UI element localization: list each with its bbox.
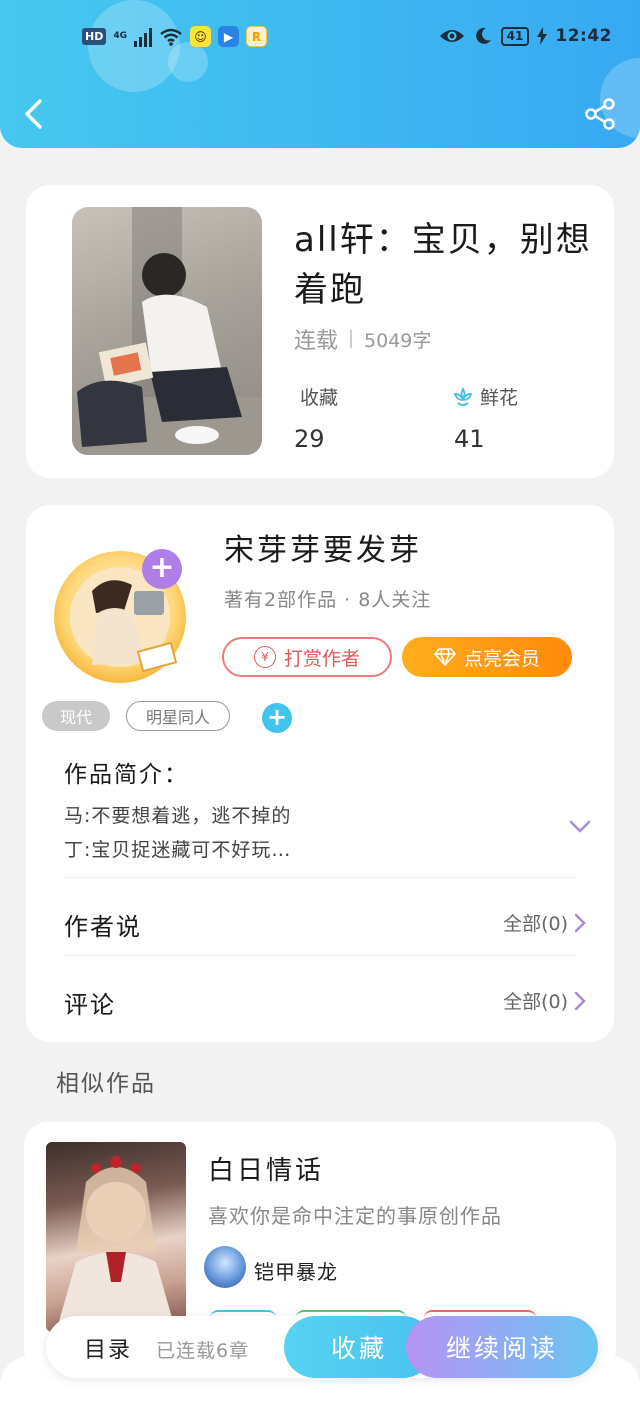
top-header: HD 4G ☺ ▶ R 41 12:42 [0, 0, 640, 148]
book-info-card: all轩：宝贝，别想着跑 连载 5049字 收藏 29 鲜花 41 [26, 185, 614, 478]
book-meta: 连载 5049字 [294, 323, 431, 355]
intro-line-1: 马:不要想着逃，逃不掉的 [64, 805, 292, 827]
wifi-icon [160, 28, 182, 46]
comments-link[interactable]: 全部(0) [503, 987, 586, 1014]
follow-author-button[interactable]: + [142, 549, 182, 589]
comments-count: 全部(0) [503, 991, 568, 1013]
author-name[interactable]: 宋芽芽要发芽 [224, 525, 422, 569]
serial-status: 连载 [294, 329, 339, 354]
chevron-right-icon [574, 913, 586, 932]
author-says-link[interactable]: 全部(0) [503, 909, 586, 936]
table-of-contents-button[interactable]: 目录 [84, 1332, 132, 1364]
divider [64, 877, 576, 878]
intro-heading: 作品简介： [64, 762, 189, 788]
app-notification-icon: ▶ [218, 26, 239, 47]
network-type: 4G [113, 31, 127, 41]
similar-work-desc: 喜欢你是命中注定的事原创作品 [208, 1204, 502, 1228]
book-cover-image[interactable] [72, 207, 262, 455]
yen-coin-icon: ¥ [253, 646, 276, 668]
hd-indicator: HD [82, 28, 107, 45]
decor-bubble [168, 42, 208, 82]
book-title: all轩：宝贝，别想着跑 [294, 220, 592, 310]
author-details-card: + 宋芽芽要发芽 著有2部作品 · 8人关注 ¥ 打赏作者 点亮会员 现代 明星… [26, 505, 614, 1042]
status-bar-right: 41 12:42 [439, 26, 612, 46]
vip-member-label: 点亮会员 [463, 647, 540, 670]
similar-work-title[interactable]: 白日情话 [208, 1150, 324, 1187]
similar-work-cover[interactable] [46, 1142, 186, 1332]
intro-line-2: 丁:宝贝捉迷藏可不好玩… [64, 839, 292, 861]
chevron-right-icon [574, 991, 586, 1010]
divider [64, 955, 576, 956]
add-tag-button[interactable]: + [262, 703, 292, 733]
charging-icon [537, 27, 548, 45]
flower-icon [453, 386, 473, 406]
app-notification-icon: R [246, 26, 267, 47]
word-count: 5049字 [364, 329, 432, 352]
similar-cover-illustration [56, 1156, 176, 1332]
author-says-label[interactable]: 作者说 [64, 907, 142, 942]
flowers-stat[interactable]: 鲜花 [452, 383, 518, 410]
eye-comfort-icon [439, 30, 464, 42]
do-not-disturb-moon-icon [475, 27, 491, 44]
signal-icon [134, 27, 152, 47]
similar-author-avatar [204, 1246, 246, 1288]
author-meta: 著有2部作品 · 8人关注 [224, 589, 432, 611]
vip-member-button[interactable]: 点亮会员 [402, 637, 572, 677]
flowers-label: 鲜花 [480, 387, 519, 409]
meta-divider [350, 330, 353, 348]
chapters-updated: 已连载6章 [156, 1340, 250, 1362]
continue-reading-button[interactable]: 继续阅读 [406, 1316, 598, 1378]
favorites-label: 收藏 [300, 387, 339, 409]
cover-illustration [72, 207, 262, 455]
tag-modern[interactable]: 现代 [42, 701, 110, 731]
flowers-count: 41 [454, 425, 485, 453]
author-says-count: 全部(0) [503, 913, 568, 935]
bottom-action-bar: 目录 已连载6章 收藏 继续阅读 [46, 1316, 598, 1378]
status-bar-left: HD 4G ☺ ▶ R [82, 26, 267, 47]
tip-author-button[interactable]: ¥ 打赏作者 [222, 637, 392, 677]
battery-indicator: 41 [500, 26, 530, 46]
similar-works-heading: 相似作品 [56, 1071, 156, 1097]
expand-chevron-icon[interactable] [568, 817, 592, 835]
tag-celebrity-fanfic[interactable]: 明星同人 [126, 701, 230, 731]
tip-author-label: 打赏作者 [283, 647, 360, 670]
share-icon[interactable] [584, 98, 616, 130]
comments-label[interactable]: 评论 [64, 985, 116, 1020]
back-arrow-icon[interactable] [22, 98, 46, 130]
app-notification-icon: ☺ [190, 26, 211, 47]
clock: 12:42 [555, 26, 612, 46]
favorites-count: 29 [294, 425, 325, 453]
similar-work-author: 铠甲暴龙 [254, 1260, 338, 1284]
diamond-icon [434, 648, 456, 666]
